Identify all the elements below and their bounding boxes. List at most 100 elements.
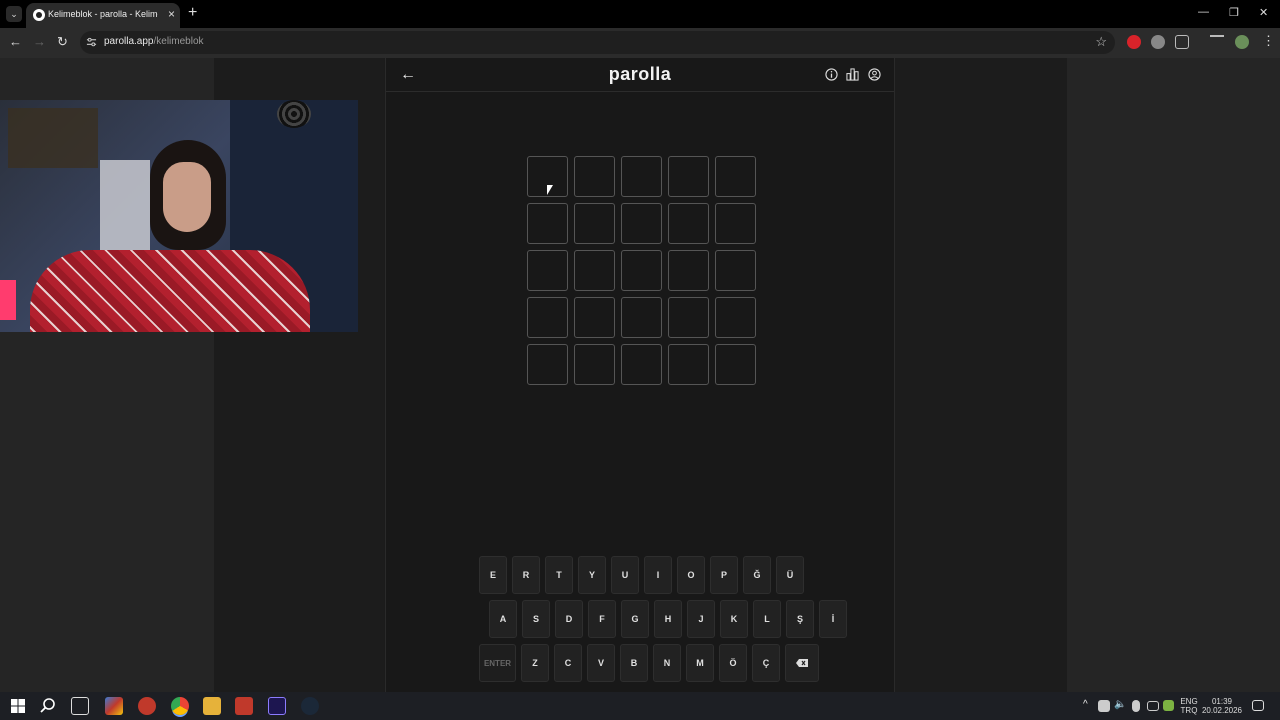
key-z[interactable]: Z <box>521 644 549 682</box>
bookmark-star-icon[interactable]: ☆ <box>1095 34 1107 50</box>
key-ü[interactable]: Ü <box>776 556 804 594</box>
key-s[interactable]: S <box>522 600 550 638</box>
key-f[interactable]: F <box>588 600 616 638</box>
tray-app-icon[interactable] <box>1098 700 1110 712</box>
letter-tile[interactable] <box>668 156 709 197</box>
letter-tile[interactable] <box>668 344 709 385</box>
key-j[interactable]: J <box>687 600 715 638</box>
key-v[interactable]: V <box>587 644 615 682</box>
letter-tile[interactable] <box>715 344 756 385</box>
letter-tile[interactable] <box>621 297 662 338</box>
webcam-wall-target <box>277 100 311 128</box>
tab-search-button[interactable]: ⌄ <box>6 6 22 22</box>
key-ç[interactable]: Ç <box>752 644 780 682</box>
key-c[interactable]: C <box>554 644 582 682</box>
chrome-icon[interactable] <box>171 697 189 715</box>
letter-tile[interactable] <box>621 250 662 291</box>
browser-tab[interactable]: Kelimeblok - parolla - Kelime o × <box>26 3 180 28</box>
voicemeeter-icon[interactable] <box>235 697 253 715</box>
new-tab-button[interactable]: + <box>188 4 197 22</box>
start-windows-icon[interactable] <box>9 697 27 715</box>
key-y[interactable]: Y <box>578 556 606 594</box>
letter-tile[interactable] <box>527 250 568 291</box>
key-p[interactable]: P <box>710 556 738 594</box>
key-o[interactable]: O <box>677 556 705 594</box>
extension-red-icon[interactable] <box>1127 35 1141 49</box>
key-k[interactable]: K <box>720 600 748 638</box>
letter-tile[interactable] <box>715 203 756 244</box>
premiere-pro-icon[interactable] <box>268 697 286 715</box>
steam-icon[interactable] <box>301 697 319 715</box>
key-i̇[interactable]: İ <box>819 600 847 638</box>
address-bar[interactable]: parolla.app/kelimeblok ☆ <box>80 31 1115 54</box>
key-u[interactable]: U <box>611 556 639 594</box>
grid-row <box>527 203 756 244</box>
minimize-button[interactable]: — <box>1198 6 1209 18</box>
mouse-cursor <box>547 185 553 195</box>
enter-key[interactable]: ENTER <box>479 644 516 682</box>
search-icon[interactable] <box>39 697 57 715</box>
key-g[interactable]: G <box>621 600 649 638</box>
profile-avatar[interactable] <box>1235 35 1249 49</box>
key-a[interactable]: A <box>489 600 517 638</box>
key-l[interactable]: L <box>753 600 781 638</box>
media-controls-icon[interactable] <box>1210 35 1224 49</box>
webcam-overlay <box>0 100 358 332</box>
letter-tile[interactable] <box>668 250 709 291</box>
letter-tile[interactable] <box>715 297 756 338</box>
key-r[interactable]: R <box>512 556 540 594</box>
letter-tile[interactable] <box>574 297 615 338</box>
language-indicator[interactable]: ENG TRQ <box>1178 697 1200 715</box>
letter-tile[interactable] <box>527 297 568 338</box>
letter-tile[interactable] <box>668 297 709 338</box>
key-t[interactable]: T <box>545 556 573 594</box>
forward-button[interactable]: → <box>33 34 46 49</box>
app-red-icon[interactable] <box>138 697 156 715</box>
letter-tile[interactable] <box>527 344 568 385</box>
notifications-icon[interactable] <box>1252 700 1264 711</box>
extension-gray-icon[interactable] <box>1151 35 1165 49</box>
letter-tile[interactable] <box>527 203 568 244</box>
letter-tile[interactable] <box>574 344 615 385</box>
task-view-icon[interactable] <box>71 697 89 715</box>
extensions-puzzle-icon[interactable] <box>1175 35 1189 49</box>
tab-close-icon[interactable]: × <box>168 7 175 21</box>
file-explorer-icon[interactable] <box>203 697 221 715</box>
site-info-icon[interactable] <box>86 37 97 48</box>
back-button[interactable]: ← <box>9 34 22 49</box>
key-b[interactable]: B <box>620 644 648 682</box>
letter-tile[interactable] <box>621 203 662 244</box>
letter-tile[interactable] <box>621 344 662 385</box>
key-m[interactable]: M <box>686 644 714 682</box>
volume-icon[interactable]: 🔈 <box>1114 699 1126 710</box>
letter-tile[interactable] <box>574 203 615 244</box>
letter-tile[interactable] <box>715 250 756 291</box>
letter-tile[interactable] <box>668 203 709 244</box>
key-n[interactable]: N <box>653 644 681 682</box>
stats-icon[interactable] <box>846 68 859 81</box>
letter-tile[interactable] <box>574 156 615 197</box>
tray-green-icon[interactable] <box>1163 700 1174 711</box>
key-i[interactable]: I <box>644 556 672 594</box>
restore-button[interactable]: ❐ <box>1229 6 1239 19</box>
close-window-button[interactable]: ✕ <box>1259 6 1268 19</box>
network-icon[interactable] <box>1147 701 1159 711</box>
key-ğ[interactable]: Ğ <box>743 556 771 594</box>
key-e[interactable]: E <box>479 556 507 594</box>
user-profile-icon[interactable] <box>868 68 881 81</box>
tray-overflow-icon[interactable]: ^ <box>1083 699 1088 710</box>
letter-tile[interactable] <box>715 156 756 197</box>
microphone-icon[interactable] <box>1132 700 1140 712</box>
reload-button[interactable]: ↻ <box>57 34 68 50</box>
copilot-icon[interactable] <box>105 697 123 715</box>
clock[interactable]: 01:39 20.02.2026 <box>1200 697 1244 715</box>
key-ö[interactable]: Ö <box>719 644 747 682</box>
browser-menu-icon[interactable]: ⋮ <box>1262 33 1275 49</box>
key-d[interactable]: D <box>555 600 583 638</box>
key-ş[interactable]: Ş <box>786 600 814 638</box>
key-h[interactable]: H <box>654 600 682 638</box>
letter-tile[interactable] <box>574 250 615 291</box>
letter-tile[interactable] <box>621 156 662 197</box>
info-icon[interactable] <box>825 68 838 81</box>
backspace-key[interactable] <box>785 644 819 682</box>
